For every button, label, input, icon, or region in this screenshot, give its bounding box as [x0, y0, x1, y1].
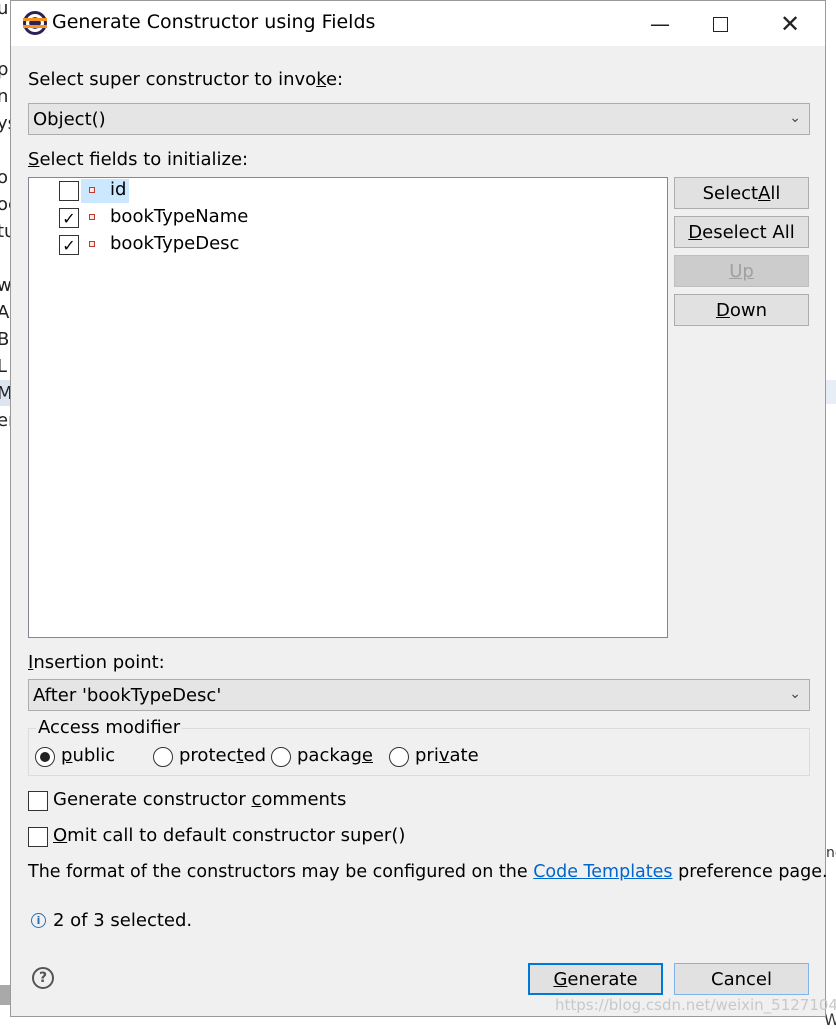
field-row-booktypename[interactable]: ✓ bookTypeName [29, 205, 667, 231]
field-checkbox-booktypedesc[interactable]: ✓ [59, 235, 79, 255]
select-all-button[interactable]: Select All [674, 177, 809, 209]
watermark: https://blog.csdn.net/weixin_51271043 [555, 996, 836, 1014]
deselect-all-button[interactable]: Deselect All [674, 216, 809, 248]
fields-list[interactable]: id ✓ bookTypeName ✓ bookTypeDesc [28, 177, 668, 638]
cancel-button[interactable]: Cancel [674, 963, 809, 995]
background-text: p [0, 59, 9, 80]
field-icon [89, 241, 95, 247]
minimize-button[interactable]: — [645, 9, 675, 39]
radio-protected[interactable]: protected [153, 745, 273, 771]
background-text: o [0, 167, 9, 188]
info-icon: i [31, 913, 46, 928]
insertion-point-select[interactable]: After 'bookTypeDesc' ⌄ [28, 679, 810, 711]
format-description: The format of the constructors may be co… [28, 862, 828, 882]
background-selection [826, 380, 836, 404]
field-name: bookTypeName [110, 206, 249, 227]
field-checkbox-booktypename[interactable]: ✓ [59, 208, 79, 228]
field-checkbox-id[interactable] [59, 181, 79, 201]
generate-constructor-dialog: Generate Constructor using Fields — ✕ Se… [10, 0, 828, 1017]
radio-label: package [297, 745, 373, 766]
insertion-point-value: After 'bookTypeDesc' [33, 684, 222, 706]
eclipse-icon [23, 11, 47, 35]
down-button[interactable]: Down [674, 294, 809, 326]
chevron-down-icon: ⌄ [789, 686, 801, 702]
super-constructor-select[interactable]: Object() ⌄ [28, 103, 810, 135]
radio-public[interactable]: public [35, 745, 155, 771]
generate-comments-option[interactable]: Generate constructor comments [28, 789, 428, 815]
chevron-down-icon: ⌄ [789, 110, 801, 126]
dialog-title: Generate Constructor using Fields [52, 11, 376, 33]
field-icon [89, 187, 95, 193]
generate-comments-checkbox[interactable] [28, 791, 48, 811]
super-constructor-value: Object() [33, 108, 106, 130]
radio-package[interactable]: package [271, 745, 391, 771]
insertion-point-label: Insertion point: [28, 652, 165, 673]
background-text: B [0, 329, 10, 350]
radio-button[interactable] [271, 747, 291, 767]
background-text: L [0, 356, 8, 377]
super-constructor-label: Select super constructor to invoke: [28, 69, 344, 90]
omit-super-call-checkbox[interactable] [28, 827, 48, 847]
field-name: bookTypeDesc [110, 233, 240, 254]
field-name: id [110, 179, 127, 200]
radio-button[interactable] [389, 747, 409, 767]
radio-button[interactable] [153, 747, 173, 767]
background-text: n [0, 86, 9, 107]
selection-status: 2 of 3 selected. [53, 910, 193, 931]
generate-button[interactable]: Generate [528, 963, 663, 995]
omit-super-call-option[interactable]: Omit call to default constructor super() [28, 825, 428, 851]
access-modifier-title: Access modifier [36, 717, 183, 738]
code-templates-link[interactable]: Code Templates [533, 862, 672, 882]
background-text: A [0, 302, 10, 323]
up-button[interactable]: Up [674, 255, 809, 287]
field-row-id[interactable]: id [29, 178, 667, 204]
help-icon[interactable]: ? [32, 967, 54, 989]
radio-label: private [415, 745, 479, 766]
radio-label: public [61, 745, 116, 766]
fields-label: Select fields to initialize: [28, 149, 249, 170]
title-bar: Generate Constructor using Fields — ✕ [11, 1, 825, 46]
field-icon [89, 214, 95, 220]
radio-private[interactable]: private [389, 745, 509, 771]
omit-super-call-label: Omit call to default constructor super() [53, 825, 406, 846]
generate-comments-label: Generate constructor comments [53, 789, 347, 810]
radio-button[interactable] [35, 747, 55, 767]
close-button[interactable]: ✕ [775, 9, 805, 39]
radio-label: protected [179, 745, 267, 766]
field-row-booktypedesc[interactable]: ✓ bookTypeDesc [29, 232, 667, 258]
maximize-icon [712, 16, 728, 32]
background-text: ne [826, 845, 836, 861]
background-text: u [0, 0, 9, 19]
maximize-button[interactable] [705, 9, 735, 39]
